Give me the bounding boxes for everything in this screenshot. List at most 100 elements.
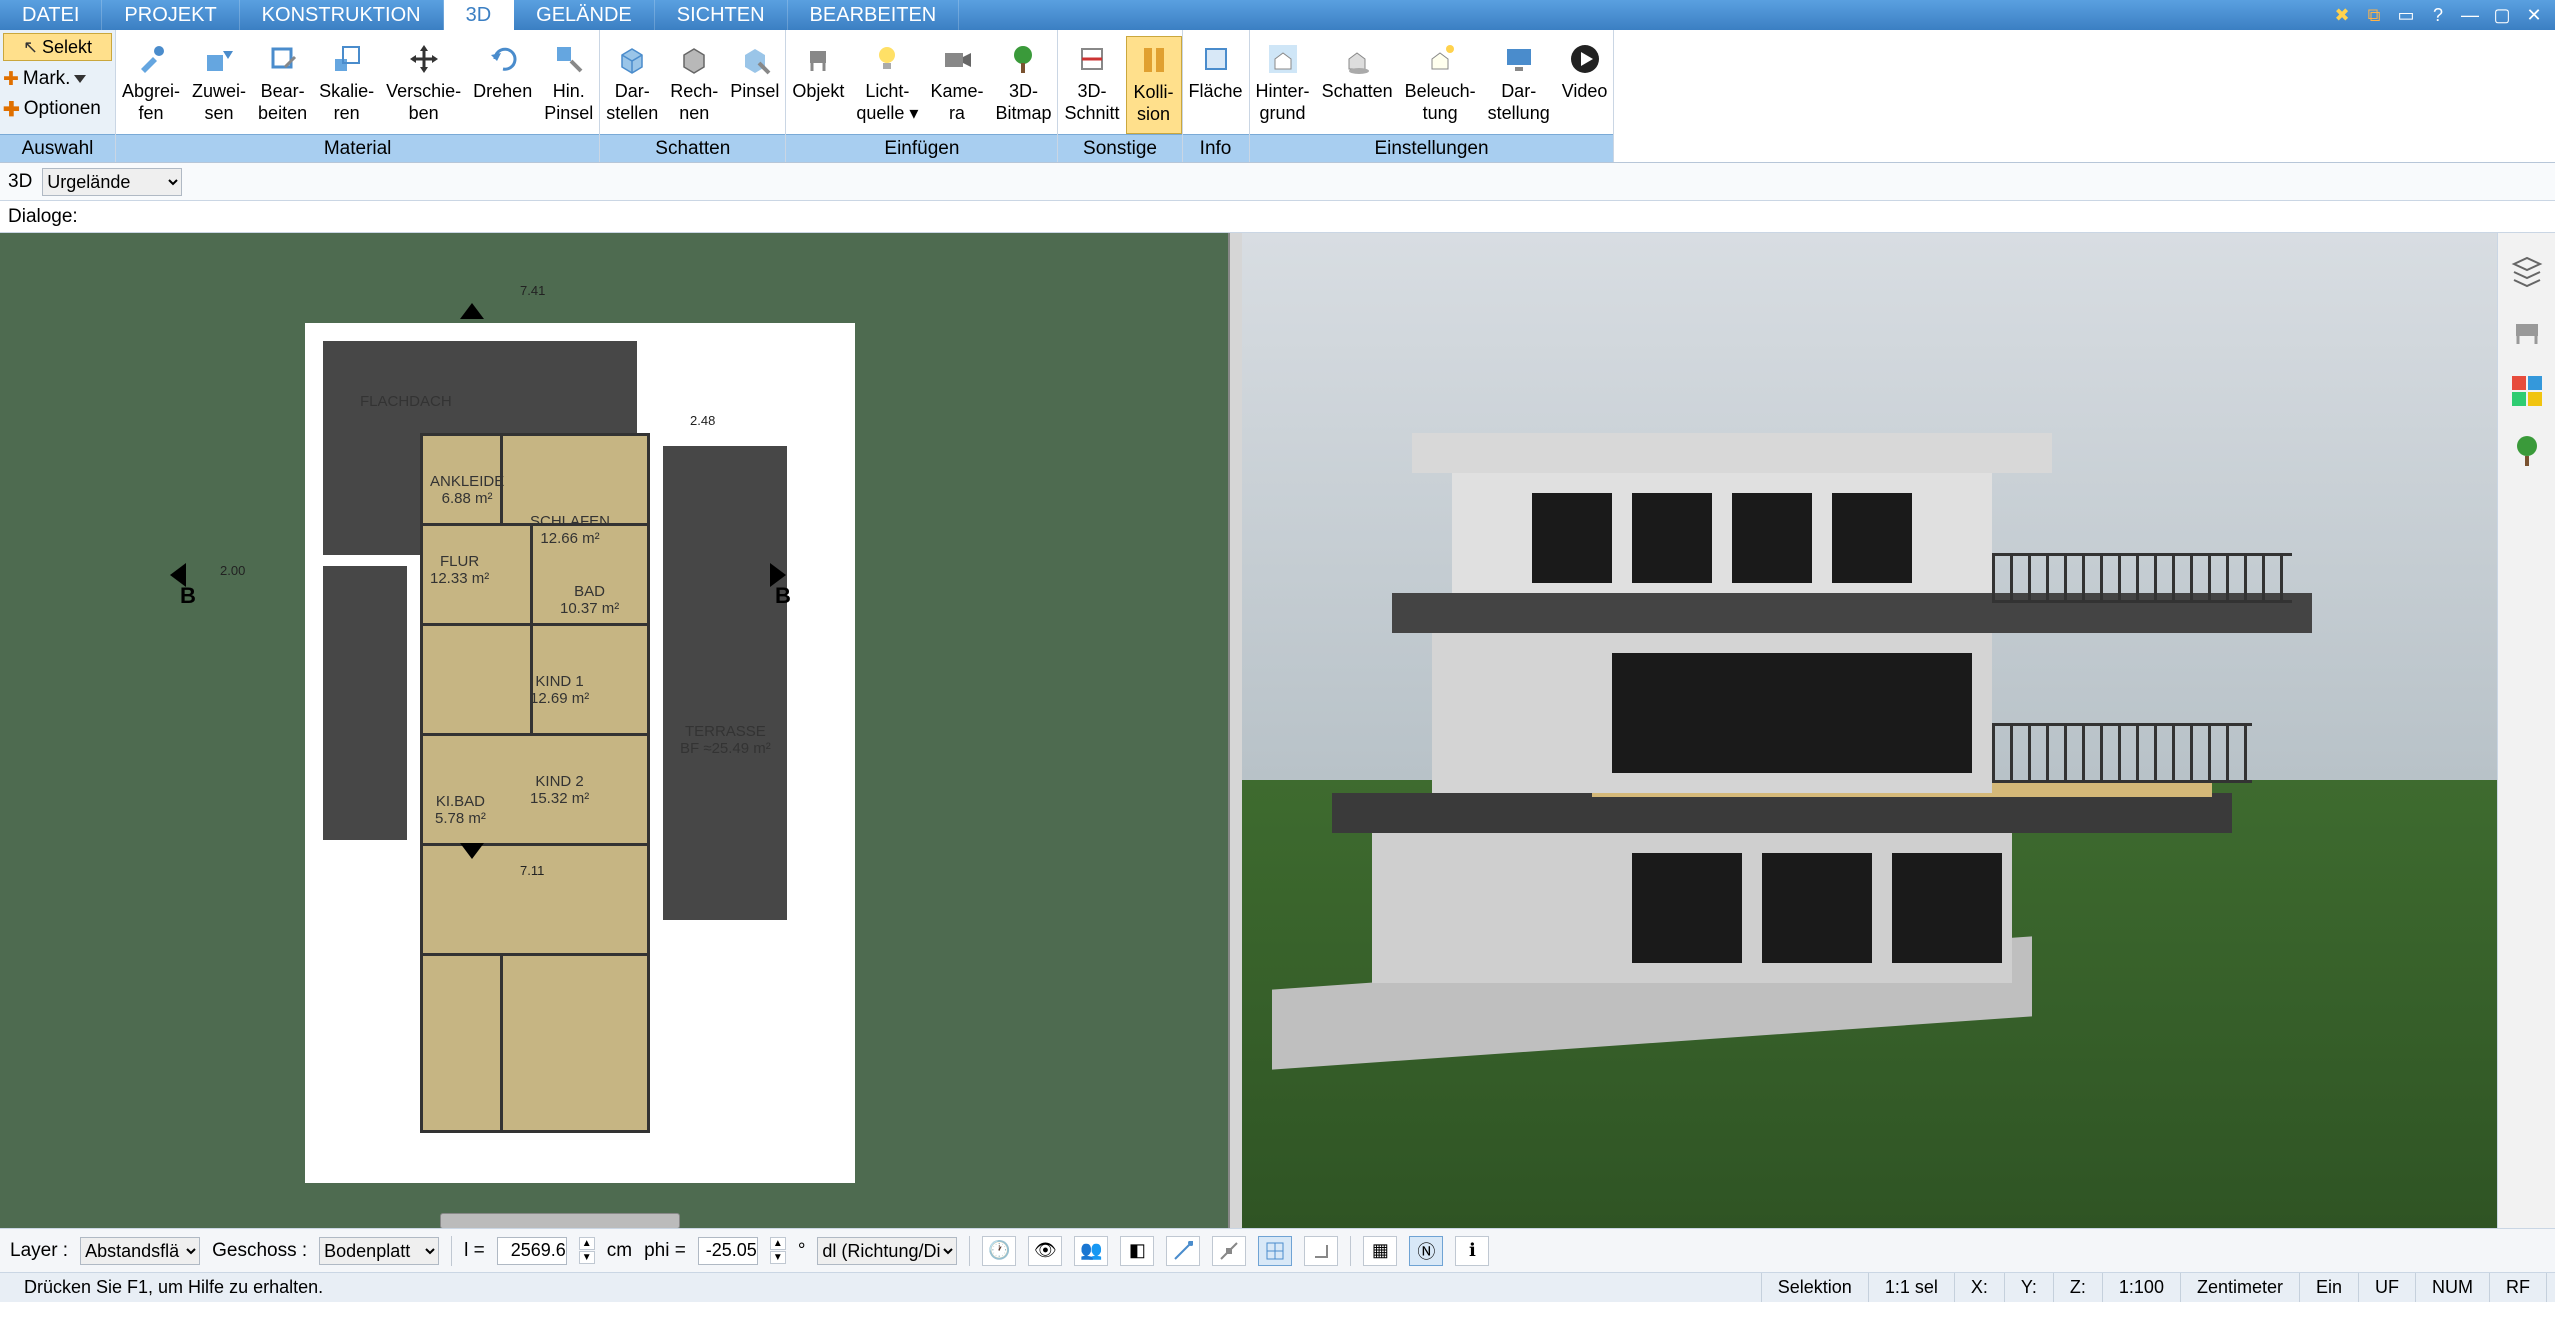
- menu-bearbeiten[interactable]: BEARBEITEN: [788, 0, 960, 30]
- zuweisen-button[interactable]: Zuwei-sen: [186, 36, 252, 134]
- phi-input[interactable]: [698, 1237, 758, 1265]
- status-uf: UF: [2359, 1273, 2416, 1302]
- hin-pinsel-button[interactable]: Hin.Pinsel: [538, 36, 599, 134]
- l-spin-up[interactable]: ▲: [579, 1237, 595, 1250]
- people-tool-icon[interactable]: 👥: [1074, 1236, 1108, 1266]
- furniture-palette-icon[interactable]: [2507, 311, 2547, 351]
- kamera-button[interactable]: Kame-ra: [924, 36, 989, 134]
- side-palette: [2497, 233, 2555, 1228]
- move-icon: [403, 38, 445, 80]
- status-scale: 1:100: [2103, 1273, 2181, 1302]
- beleuchtung-button[interactable]: Beleuch-tung: [1399, 36, 1482, 134]
- layer-dropdown[interactable]: Urgelände: [42, 168, 182, 196]
- kollision-button[interactable]: Kolli-sion: [1126, 36, 1182, 134]
- schatten-settings-button[interactable]: Schatten: [1316, 36, 1399, 134]
- ribbon-auswahl-group: Selekt ✚Mark. ✚Optionen Auswahl: [0, 30, 116, 162]
- clock-tool-icon[interactable]: 🕐: [982, 1236, 1016, 1266]
- l-label: l =: [464, 1240, 485, 1262]
- phi-spin-up[interactable]: ▲: [770, 1237, 786, 1250]
- status-num: NUM: [2416, 1273, 2490, 1302]
- lichtquelle-button[interactable]: Licht-quelle ▾: [850, 36, 924, 134]
- horiz-scrollbar-thumb[interactable]: [440, 1213, 680, 1228]
- l-input[interactable]: [497, 1237, 567, 1265]
- floorplan-view[interactable]: FLACHDACH ANKLEIDE6.88 m² SCHLAFEN12.66 …: [0, 233, 1230, 1228]
- edit-icon: [262, 38, 304, 80]
- verschieben-button[interactable]: Verschie-ben: [380, 36, 467, 134]
- phi-label: phi =: [644, 1240, 686, 1262]
- monitor-icon: [1498, 38, 1540, 80]
- menu-projekt[interactable]: PROJEKT: [102, 0, 239, 30]
- darstellen-button[interactable]: Dar-stellen: [600, 36, 664, 134]
- menu-datei[interactable]: DATEI: [0, 0, 102, 30]
- abgreifen-button[interactable]: Abgrei-fen: [116, 36, 186, 134]
- tools-icon[interactable]: ✖: [2329, 4, 2355, 26]
- minimize-icon[interactable]: —: [2457, 4, 2483, 26]
- ribbon-group-material: Abgrei-fen Zuwei-sen Bear-beiten Skalie-…: [116, 30, 600, 162]
- info-tool-icon[interactable]: ℹ: [1455, 1236, 1489, 1266]
- 3d-bitmap-button[interactable]: 3D-Bitmap: [989, 36, 1057, 134]
- 3d-view[interactable]: [1242, 233, 2555, 1228]
- workspace: FLACHDACH ANKLEIDE6.88 m² SCHLAFEN12.66 …: [0, 233, 2555, 1228]
- shadow-brush-icon: [734, 38, 776, 80]
- bearbeiten-button[interactable]: Bear-beiten: [252, 36, 313, 134]
- close-icon[interactable]: ✕: [2521, 4, 2547, 26]
- layer-select[interactable]: Abstandsflä: [80, 1237, 200, 1265]
- room-kind2: KIND 215.32 m²: [530, 773, 589, 807]
- help-icon[interactable]: ?: [2425, 4, 2451, 26]
- window-icon[interactable]: ▭: [2393, 4, 2419, 26]
- layers-tool-icon[interactable]: ◧: [1120, 1236, 1154, 1266]
- menu-gelaende[interactable]: GELÄNDE: [514, 0, 655, 30]
- status-ein: Ein: [2300, 1273, 2359, 1302]
- objekt-button[interactable]: Objekt: [786, 36, 850, 134]
- hintergrund-button[interactable]: Hinter-grund: [1250, 36, 1316, 134]
- snap-mid-icon[interactable]: [1212, 1236, 1246, 1266]
- copy-icon[interactable]: ⧉: [2361, 4, 2387, 26]
- video-button[interactable]: Video: [1556, 36, 1614, 134]
- drehen-button[interactable]: Drehen: [467, 36, 538, 134]
- ribbon-group-einfuegen: Objekt Licht-quelle ▾ Kame-ra 3D-Bitmap …: [786, 30, 1058, 162]
- materials-palette-icon[interactable]: [2507, 371, 2547, 411]
- cube-icon: [611, 38, 653, 80]
- rechnen-button[interactable]: Rech-nen: [664, 36, 724, 134]
- menu-sichten[interactable]: SICHTEN: [655, 0, 788, 30]
- flaeche-button[interactable]: Fläche: [1183, 36, 1249, 134]
- grid-toggle-icon[interactable]: ▦: [1363, 1236, 1397, 1266]
- geschoss-select[interactable]: Bodenplatt: [319, 1237, 439, 1265]
- selekt-button[interactable]: Selekt: [3, 33, 112, 61]
- eye-tool-icon[interactable]: 👁: [1028, 1236, 1062, 1266]
- snap-grid-icon[interactable]: [1258, 1236, 1292, 1266]
- ribbon-group-sonstige: 3D-Schnitt Kolli-sion Sonstige: [1058, 30, 1182, 162]
- snap-perp-icon[interactable]: [1304, 1236, 1338, 1266]
- mode-select[interactable]: dl (Richtung/Di: [817, 1237, 957, 1265]
- layers-palette-icon[interactable]: [2507, 251, 2547, 291]
- group-label-auswahl: Auswahl: [0, 134, 115, 162]
- optionen-button[interactable]: ✚Optionen: [3, 96, 112, 122]
- pinsel-button[interactable]: Pinsel: [724, 36, 785, 134]
- restore-icon[interactable]: ▢: [2489, 4, 2515, 26]
- area-icon: [1195, 38, 1237, 80]
- phi-spin-down[interactable]: ▼: [770, 1251, 786, 1264]
- collision-icon: [1133, 39, 1175, 81]
- snap-endpoint-icon[interactable]: [1166, 1236, 1200, 1266]
- skalieren-button[interactable]: Skalie-ren: [313, 36, 380, 134]
- house-shadow-icon: [1336, 38, 1378, 80]
- menu-konstruktion[interactable]: KONSTRUKTION: [240, 0, 444, 30]
- dialoge-label: Dialoge:: [8, 206, 78, 228]
- eyedropper-icon: [130, 38, 172, 80]
- view-splitter[interactable]: [1230, 233, 1242, 1228]
- ribbon-group-schatten: Dar-stellen Rech-nen Pinsel Schatten: [600, 30, 786, 162]
- 3d-schnitt-button[interactable]: 3D-Schnitt: [1058, 36, 1125, 134]
- dim-248: 2.48: [690, 413, 715, 428]
- cube-calc-icon: [673, 38, 715, 80]
- darstellung-button[interactable]: Dar-stellung: [1482, 36, 1556, 134]
- menu-3d[interactable]: 3D: [444, 0, 515, 30]
- tree-palette-icon[interactable]: [2507, 431, 2547, 471]
- mark-button[interactable]: ✚Mark.: [3, 66, 112, 92]
- l-unit: cm: [607, 1240, 632, 1262]
- room-kind1: KIND 112.69 m²: [530, 673, 589, 707]
- l-spin-down[interactable]: ▼: [579, 1251, 595, 1264]
- group-label-schatten: Schatten: [600, 134, 785, 162]
- north-icon[interactable]: Ⓝ: [1409, 1236, 1443, 1266]
- group-label-info: Info: [1183, 134, 1249, 162]
- lightbulb-icon: [866, 38, 908, 80]
